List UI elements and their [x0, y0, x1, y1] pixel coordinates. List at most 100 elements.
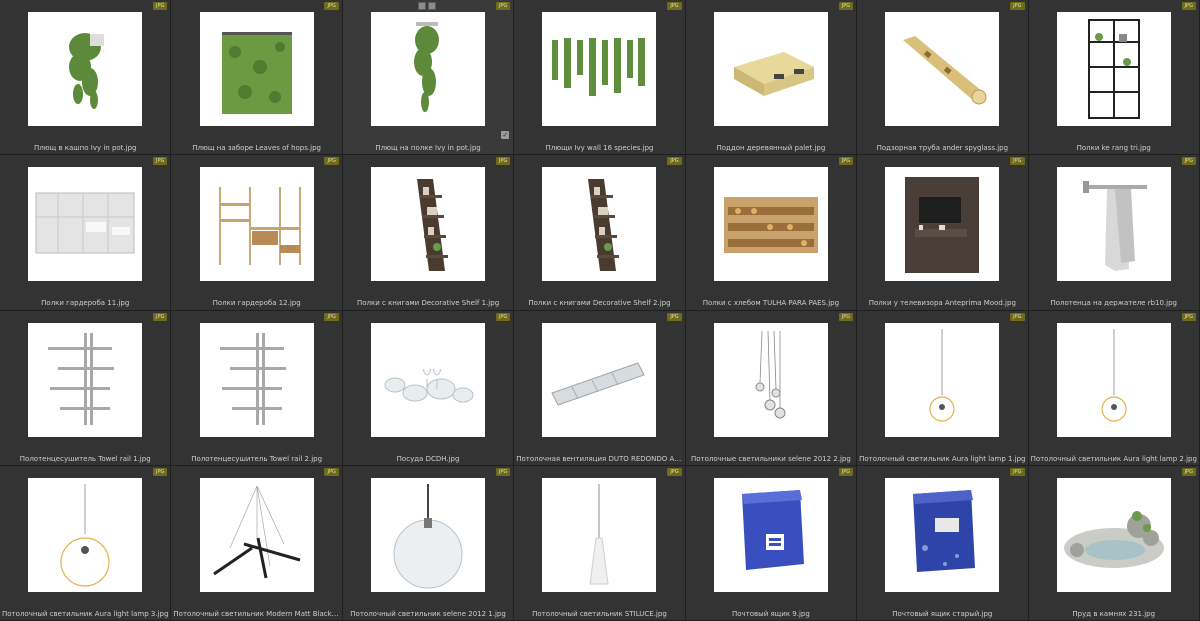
file-type-badge: JPG: [324, 2, 339, 10]
thumbnail-grid: JPG Плющ в кашпо Ivy in pot.jpg JPG Плющ на…: [0, 0, 1200, 621]
shelf-rack-icon: [1056, 12, 1171, 126]
thumbnail-item[interactable]: JPG Потолочные светильники selene 2012 2.…: [685, 310, 858, 466]
hover-toolbar: [417, 2, 436, 10]
thumbnail-item[interactable]: JPG Полки с хлебом TULHA PARA PAES.jpg: [685, 155, 858, 311]
file-type-badge: JPG: [1181, 467, 1196, 476]
thumbnail-caption: Полки с книгами Decorative Shelf 2.jpg: [528, 299, 671, 308]
thumbnail-item[interactable]: JPG Полотенцесушитель Towel rail 2.jpg: [171, 310, 343, 466]
file-type-badge: JPG: [324, 312, 339, 321]
thumbnail-item[interactable]: JPG Почтовый ящик старый.jpg: [857, 465, 1029, 621]
towel-holder-icon: [1056, 167, 1171, 282]
thumbnail-caption: Плющ на полке Ivy in pot.jpg: [375, 144, 481, 152]
thumbnail-caption: Полки ke rang tri.jpg: [1076, 144, 1151, 152]
thumbnail-item[interactable]: JPG Плющ на заборе Leaves of hops.jpg: [171, 0, 343, 156]
wardrobe-icon: [28, 167, 143, 282]
file-type-badge: JPG: [667, 467, 682, 476]
thumbnail-item[interactable]: JPG Плющ на полке Ivy in pot.jpg ✓: [342, 0, 515, 156]
thumbnail-item[interactable]: JPG Подзорная труба ander spyglass.jpg: [857, 0, 1029, 156]
file-type-badge: JPG: [1010, 157, 1025, 166]
thumbnail-item[interactable]: JPG Плющи Ivy wall 16 species.jpg: [514, 0, 686, 156]
thumbnail-item[interactable]: JPG Потолочный светильник Modern Matt Bla…: [171, 465, 343, 621]
chandelier-icon: [199, 477, 314, 592]
thumbnail-item[interactable]: JPG Потолочный светильник Aura light lamp…: [857, 310, 1029, 466]
mailbox-icon: [713, 477, 828, 592]
dishes-icon: [371, 322, 486, 437]
ring-lamp-large-icon: [28, 477, 143, 592]
thumbnail-caption: Потолочный светильник Aura light lamp 2.…: [1030, 454, 1197, 463]
thumbnail-caption: Полки гардероба 12.jpg: [212, 299, 301, 308]
ivy-shelf-icon: [371, 12, 486, 126]
file-type-badge: JPG: [324, 467, 339, 476]
thumbnail-item[interactable]: JPG Потолочный светильник Aura light lamp…: [0, 465, 172, 621]
file-type-badge: JPG: [495, 2, 511, 10]
thumbnail-caption: Посуда DCDH.jpg: [396, 454, 460, 463]
pendant-cluster-icon: [713, 322, 828, 437]
ladder-shelf-icon: [371, 167, 486, 282]
file-type-badge: JPG: [667, 2, 682, 10]
ivy-wall-icon: [542, 12, 657, 126]
thumbnail-item[interactable]: JPG Потолочный светильник Aura light lamp…: [1028, 310, 1200, 466]
spyglass-icon: [885, 12, 1000, 126]
thumbnail-item[interactable]: JPG Потолочный светильник selene 2012 1.j…: [342, 465, 515, 621]
thumbnail-caption: Полотенцесушитель Towel rail 1.jpg: [19, 454, 151, 463]
thumbnail-item[interactable]: JPG Полотенца на держателе rb10.jpg: [1028, 155, 1200, 311]
file-type-badge: JPG: [153, 467, 168, 476]
edit-icon[interactable]: [427, 2, 436, 10]
thumbnail-caption: Подзорная труба ander spyglass.jpg: [876, 144, 1009, 152]
thumbnail-item[interactable]: JPG Посуда DCDH.jpg: [342, 310, 515, 466]
thumbnail-caption: Поддон деревянный palet.jpg: [716, 144, 826, 152]
file-type-badge: JPG: [495, 312, 511, 321]
thumbnail-caption: Плющи Ivy wall 16 species.jpg: [545, 144, 654, 152]
file-type-badge: JPG: [667, 157, 682, 166]
file-type-badge: JPG: [838, 467, 854, 476]
square-icon[interactable]: [417, 2, 426, 10]
globe-lamp-icon: [371, 477, 486, 592]
thumbnail-caption: Полотенца на держателе rb10.jpg: [1050, 299, 1177, 308]
thumbnail-item[interactable]: JPG Почтовый ящик 9.jpg: [685, 465, 858, 621]
thumbnail-item[interactable]: JPG Полки с книгами Decorative Shelf 1.jp…: [342, 155, 515, 311]
file-type-badge: JPG: [495, 467, 511, 476]
file-type-badge: JPG: [1010, 2, 1025, 10]
duct-icon: [542, 322, 657, 437]
towel-rail-icon: [28, 322, 143, 437]
tv-unit-icon: [885, 167, 1000, 282]
thumbnail-caption: Потолочный светильник Aura light lamp 3.…: [2, 609, 169, 618]
thumbnail-item[interactable]: JPG Пруд в камнях 231.jpg: [1028, 465, 1200, 621]
thumbnail-caption: Полотенцесушитель Towel rail 2.jpg: [191, 454, 323, 463]
thumbnail-item[interactable]: JPG Потолочная вентиляция DUTO REDONDO AR…: [514, 310, 686, 466]
cone-lamp-icon: [542, 477, 657, 592]
thumbnail-item[interactable]: JPG Полки у телевизора Anteprima Mood.jpg: [857, 155, 1029, 311]
thumbnail-caption: Потолочные светильники selene 2012 2.jpg: [691, 454, 851, 463]
thumbnail-caption: Потолочный светильник Aura light lamp 1.…: [859, 454, 1026, 463]
thumbnail-caption: Полки гардероба 11.jpg: [41, 299, 130, 308]
thumbnail-item[interactable]: JPG Полки ke rang tri.jpg: [1028, 0, 1200, 156]
checkbox-icon[interactable]: ✓: [501, 131, 510, 139]
ring-lamp-icon: [885, 322, 1000, 437]
file-type-badge: JPG: [153, 2, 168, 10]
thumbnail-item[interactable]: JPG Полотенцесушитель Towel rail 1.jpg: [0, 310, 172, 466]
thumbnail-caption: Потолочный светильник STILUCE.jpg: [532, 609, 667, 618]
ivy-pot-icon: [28, 12, 143, 126]
file-type-badge: JPG: [153, 312, 168, 321]
thumbnail-caption: Почтовый ящик 9.jpg: [732, 609, 810, 618]
file-type-badge: JPG: [667, 312, 682, 321]
file-type-badge: JPG: [1010, 467, 1025, 476]
file-type-badge: JPG: [838, 2, 854, 10]
thumbnail-item[interactable]: JPG Полки гардероба 12.jpg: [171, 155, 343, 311]
thumbnail-caption: Плющ на заборе Leaves of hops.jpg: [192, 144, 321, 152]
thumbnail-item[interactable]: JPG Потолочный светильник STILUCE.jpg: [514, 465, 686, 621]
thumbnail-item[interactable]: JPG Полки с книгами Decorative Shelf 2.jp…: [514, 155, 686, 311]
thumbnail-item[interactable]: JPG Поддон деревянный palet.jpg: [685, 0, 858, 156]
ladder-shelf-icon: [542, 167, 657, 282]
thumbnail-item[interactable]: JPG Полки гардероба 11.jpg: [0, 155, 172, 311]
file-type-badge: JPG: [153, 157, 168, 166]
thumbnail-caption: Плющ в кашпо Ivy in pot.jpg: [33, 144, 137, 152]
mailbox-old-icon: [885, 477, 1000, 592]
ring-lamp-icon: [1056, 322, 1171, 437]
file-type-badge: JPG: [1181, 157, 1196, 166]
stone-pond-icon: [1056, 477, 1171, 592]
wardrobe-open-icon: [199, 167, 314, 282]
file-type-badge: JPG: [1181, 2, 1196, 10]
thumbnail-item[interactable]: JPG Плющ в кашпо Ivy in pot.jpg: [0, 0, 172, 156]
thumbnail-caption: Полки с хлебом TULHA PARA PAES.jpg: [702, 299, 840, 308]
